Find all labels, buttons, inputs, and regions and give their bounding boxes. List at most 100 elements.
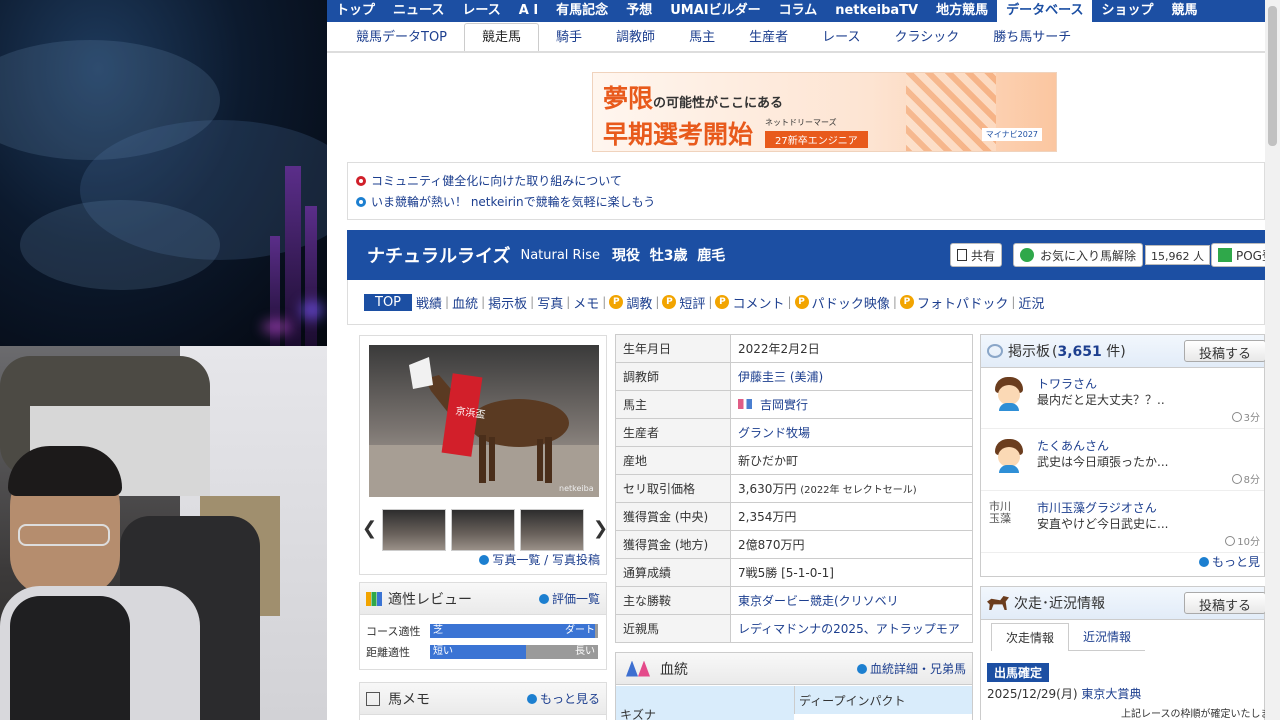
ad-banner[interactable]: 夢限の可能性がここにある 早期選考開始 ネットドリーマーズ 27新卒エンジニア … <box>592 72 1057 152</box>
global-nav-item[interactable]: レース <box>453 0 509 22</box>
sub-nav-item[interactable]: クラシック <box>877 25 976 51</box>
global-nav-item[interactable]: コラム <box>770 0 827 22</box>
sub-nav-item[interactable]: 競馬データTOP <box>339 25 464 51</box>
photo-prev-arrow[interactable]: ❮ <box>362 518 377 539</box>
review-header: 適性レビュー 評価一覧 <box>360 583 606 615</box>
global-nav-item[interactable]: 予想 <box>617 0 661 22</box>
bbs-post[interactable]: トワラさん 最内だと足大丈夫？？.. 3分 <box>981 369 1264 429</box>
scrollbar-thumb[interactable] <box>1268 6 1277 146</box>
global-nav-item[interactable]: UMAIビルダー <box>661 0 769 22</box>
tab-3[interactable]: 掲示板 <box>488 293 527 312</box>
global-nav-item[interactable]: トップ <box>327 0 384 22</box>
next-post-button[interactable]: 投稿する <box>1183 592 1266 614</box>
sub-nav-item[interactable]: レース <box>805 25 877 51</box>
global-nav-item[interactable]: 地方競馬 <box>927 0 997 22</box>
global-nav-item[interactable]: ショップ <box>1092 0 1162 22</box>
profile-value[interactable]: レディマドンナの2025、アトラップモア <box>730 614 973 643</box>
tab-11[interactable]: 近況 <box>1018 293 1044 312</box>
memo-more-link[interactable]: もっと見る <box>526 690 600 707</box>
notice-link[interactable]: コミュニティ健全化に向けた取り組みについて <box>356 170 1264 191</box>
bbs-count-wrap: (3,651 件) <box>1052 344 1126 360</box>
database-sub-nav: 競馬データTOP 競走馬 騎手 調教師 馬主 生産者 レース クラシック 勝ち馬サーチ <box>327 22 1265 53</box>
sub-nav-item[interactable]: 生産者 <box>732 25 805 51</box>
bbs-more-label: もっと見 <box>1211 555 1260 569</box>
profile-value: 2,354万円 <box>730 502 973 531</box>
banner-sub-2: 27新卒エンジニア <box>765 131 868 148</box>
bbs-post-text: 最内だと足大丈夫？？.. <box>1037 393 1165 407</box>
next-race-link[interactable]: 東京大賞典 <box>1081 687 1141 701</box>
bbs-post-time: 3分 <box>1231 409 1260 424</box>
arrow-circle-icon <box>856 664 867 674</box>
bbs-user-name[interactable]: トワラさん <box>1037 375 1097 392</box>
profile-value[interactable]: 伊藤圭三 (美浦) <box>730 362 973 391</box>
profile-value: 3,630万円 (2022年 セレクトセール) <box>730 474 973 503</box>
profile-value[interactable]: 吉岡實行 <box>730 390 973 419</box>
tab-0[interactable]: TOP <box>364 293 413 311</box>
tab-8[interactable]: P コメント <box>715 293 784 312</box>
horse-main-photo[interactable]: 京浜盃 netkeiba <box>369 345 599 497</box>
horse-name-en: Natural Rise <box>520 247 600 263</box>
bbs-count-suffix: 件 <box>1106 344 1121 360</box>
sub-nav-item[interactable]: 競走馬 <box>464 23 540 51</box>
global-nav-item[interactable]: ニュース <box>384 0 453 22</box>
horse-profile-table: 生年月日 2022年2月2日 調教師 伊藤圭三 (美浦) 馬主 吉岡實行 生産者 グランド牧場… <box>615 334 973 643</box>
sub-nav-item[interactable]: 調教師 <box>599 25 672 51</box>
global-nav: トップ ニュース レース A I 有馬記念 予想 UMAIビルダー コラム netkeibaTV… <box>327 0 1265 22</box>
tab-5[interactable]: メモ <box>573 293 599 312</box>
bloodline-detail-link[interactable]: 血統詳細・兄弟馬 <box>856 660 966 677</box>
photo-links[interactable]: 写真一覧 / 写真投稿 <box>479 551 600 568</box>
arrow-circle-icon <box>538 594 549 604</box>
aptitude-label: 距離適性 <box>366 645 410 659</box>
tab-label: 写真 <box>537 296 564 312</box>
review-list-link[interactable]: 評価一覧 <box>538 590 600 607</box>
tab-next-race[interactable]: 次走情報 <box>991 623 1070 651</box>
bbs-post[interactable]: 市川玉藻 市川玉藻グラジオさん 安直やけど今日武史に... 10分 <box>981 493 1264 553</box>
profile-value[interactable]: 東京ダービー競走(クリソベリ <box>730 586 973 615</box>
sub-nav-item[interactable]: 馬主 <box>672 25 732 51</box>
play-circle-icon <box>356 196 366 207</box>
tab-4[interactable]: 写真 <box>537 293 563 312</box>
tab-1[interactable]: 戦績 <box>416 293 442 312</box>
tab-2[interactable]: 血統 <box>452 293 478 312</box>
bbs-user-name[interactable]: 市川玉藻グラジオさん <box>1037 499 1157 516</box>
photo-thumbnail[interactable] <box>382 509 446 551</box>
global-nav-item[interactable]: 有馬記念 <box>547 0 617 22</box>
bbs-time-text: 10分 <box>1237 537 1260 548</box>
bbs-post[interactable]: たくあんさん 武史は今日頑張ったか... 8分 <box>981 431 1264 491</box>
bbs-post-button[interactable]: 投稿する <box>1183 340 1266 362</box>
global-nav-item[interactable]: データベース <box>997 0 1093 22</box>
bbs-more-link[interactable]: もっと見 <box>1198 553 1260 570</box>
page-scrollbar[interactable] <box>1265 0 1280 720</box>
aptitude-row: コース適性芝 ダート <box>360 620 606 641</box>
bbs-post-time: 10分 <box>1225 533 1260 548</box>
bbs-user-name[interactable]: たくあんさん <box>1037 437 1109 454</box>
photo-thumbnail[interactable] <box>451 509 515 551</box>
tab-6[interactable]: P 調教 <box>609 293 652 312</box>
profile-value: 新ひだか町 <box>730 446 973 475</box>
global-nav-item[interactable]: 競馬 <box>1163 0 1207 22</box>
photo-thumbnail[interactable] <box>520 509 584 551</box>
tab-9[interactable]: P パドック映像 <box>794 293 890 312</box>
sub-nav-item[interactable]: 騎手 <box>539 25 599 51</box>
avatar-body <box>999 403 1019 411</box>
profile-row: 獲得賞金 (地方) 2億870万円 <box>615 530 973 559</box>
tab-divider: | <box>892 295 897 309</box>
pedigree-sire[interactable]: キズナ <box>616 686 794 720</box>
global-nav-item[interactable]: netkeibaTV <box>826 0 927 22</box>
share-button[interactable]: 共有 <box>950 243 1003 267</box>
profile-value[interactable]: グランド牧場 <box>730 418 973 447</box>
tab-divider: | <box>445 295 450 309</box>
profile-value-text: 2億870万円 <box>738 538 805 552</box>
pedigree-sire-father[interactable]: ディープインパクト <box>794 686 972 714</box>
bloodline-title: 血統 <box>660 661 688 678</box>
photo-next-arrow[interactable]: ❯ <box>593 518 608 539</box>
favorite-toggle-button[interactable]: お気に入り馬解除 <box>1013 243 1144 267</box>
tab-10[interactable]: P フォトパドック <box>899 293 1008 312</box>
notice-link[interactable]: いま競輪が熱い！ netkeirinで競輪を気軽に楽しもう <box>356 191 1264 212</box>
profile-value: 2億870万円 <box>730 530 973 559</box>
global-nav-item[interactable]: A I <box>510 0 547 22</box>
tab-7[interactable]: P 短評 <box>662 293 705 312</box>
tab-recent-status[interactable]: 近況情報 <box>1069 623 1146 651</box>
sub-nav-item[interactable]: 勝ち馬サーチ <box>976 25 1088 51</box>
memo-link-label: もっと見る <box>539 692 600 706</box>
